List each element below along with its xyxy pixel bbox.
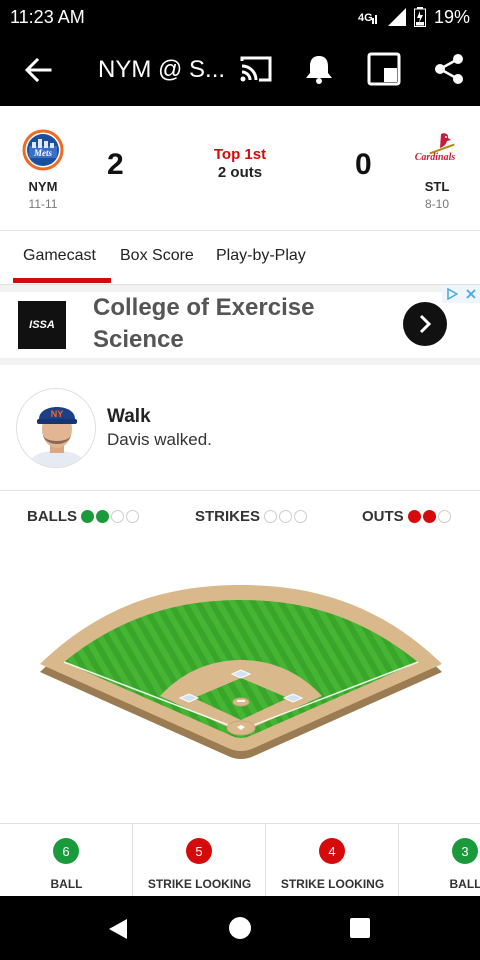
strikes-count: STRIKES — [195, 508, 308, 525]
ad-choices[interactable] — [442, 285, 480, 303]
ad-logo: ISSA — [18, 301, 66, 349]
svg-text:Mets: Mets — [33, 148, 52, 158]
tab-bar: Gamecast Box Score Play-by-Play — [0, 231, 480, 285]
lte-icon: 4G — [358, 12, 377, 24]
battery-icon — [413, 7, 426, 27]
scoreboard: Mets NYM 11-11 2 Top 1st 2 outs 0 Cardin… — [0, 106, 480, 231]
pitch-number-badge: 5 — [186, 838, 212, 864]
outs-label: 2 outs — [217, 164, 263, 181]
strikes-dots — [264, 510, 308, 523]
strike-indicator — [294, 510, 308, 523]
ball-indicator — [126, 510, 139, 523]
outs-label-count: OUTS — [362, 508, 404, 525]
share-icon[interactable] — [432, 52, 466, 86]
out-indicator — [407, 510, 421, 523]
ad-headline-line1: College of Exercise — [93, 294, 315, 321]
svg-text:NY: NY — [51, 409, 64, 419]
pitch-number-badge: 6 — [53, 838, 79, 864]
tab-play-by-play[interactable]: Play-by-Play — [216, 247, 306, 265]
active-tab-indicator — [13, 278, 111, 283]
back-arrow-icon[interactable] — [22, 54, 54, 86]
pitch-result-label: BALL — [50, 877, 83, 891]
pitch-item[interactable]: 4 STRIKE LOOKING — [266, 824, 399, 897]
nav-recents-icon[interactable] — [350, 918, 370, 938]
player-avatar[interactable]: NY — [16, 388, 96, 468]
ad-close-icon[interactable] — [461, 285, 480, 303]
pitch-result-label: STRIKE LOOKING — [280, 877, 385, 891]
battery-percent: 19% — [433, 6, 470, 27]
ball-indicator — [96, 510, 109, 523]
chevron-right-icon — [419, 314, 432, 334]
page-title: NYM @ S... — [98, 56, 226, 83]
cardinals-logo-icon: Cardinals — [415, 133, 455, 163]
ad-info-icon[interactable] — [442, 285, 461, 303]
baseball-field-diagram — [40, 585, 442, 759]
play-description: Davis walked. — [107, 430, 212, 449]
away-team[interactable]: Mets NYM 11-11 — [8, 128, 78, 211]
out-indicator — [422, 510, 436, 523]
cast-icon[interactable] — [239, 52, 273, 86]
away-team-abbr: NYM — [28, 179, 58, 194]
home-team[interactable]: Cardinals STL 8-10 — [402, 128, 472, 211]
balls-dots — [81, 510, 139, 523]
system-nav-bar — [0, 896, 480, 960]
pitch-item[interactable]: 3 BALL — [399, 824, 480, 897]
ad-go-button[interactable] — [403, 302, 447, 346]
divider — [0, 490, 480, 491]
home-team-abbr: STL — [424, 179, 450, 194]
pitch-number-badge: 4 — [319, 838, 345, 864]
ad-container: ISSA College of Exercise Science — [0, 285, 480, 365]
mets-logo-icon: Mets — [22, 129, 64, 171]
signal-icon — [387, 8, 406, 26]
bell-icon[interactable] — [302, 52, 336, 86]
pitch-number-badge: 3 — [452, 838, 478, 864]
ad-headline: College of Exercise Science — [93, 292, 353, 356]
svg-text:4G: 4G — [358, 12, 373, 24]
pitch-result-label: STRIKE LOOKING — [147, 877, 252, 891]
strike-indicator — [279, 510, 293, 523]
status-icons: 4G 19% — [358, 7, 470, 28]
away-score: 2 — [107, 148, 124, 181]
status-time: 11:23 AM — [10, 6, 85, 27]
strikes-label: STRIKES — [195, 508, 261, 525]
svg-text:Cardinals: Cardinals — [415, 152, 455, 163]
outs-dots — [407, 510, 451, 523]
balls-count: BALLS — [27, 508, 139, 525]
pitch-item[interactable]: 6 BALL — [0, 824, 133, 897]
gamecast-card: NY Walk Davis walked. BALLS STRIKES OUTS — [0, 366, 480, 824]
pitch-sequence: 6 BALL 5 STRIKE LOOKING 4 STRIKE LOOKING… — [0, 823, 480, 897]
pitch-item[interactable]: 5 STRIKE LOOKING — [133, 824, 266, 897]
home-team-record: 8-10 — [424, 197, 450, 211]
ball-indicator — [81, 510, 94, 523]
away-team-record: 11-11 — [28, 197, 58, 211]
outs-count: OUTS — [362, 508, 451, 525]
out-indicator — [437, 510, 451, 523]
strike-indicator — [264, 510, 278, 523]
ad-banner[interactable]: ISSA College of Exercise Science — [0, 292, 480, 358]
ad-headline-line2: Science — [93, 326, 184, 353]
inning-status: Top 1st 2 outs — [190, 146, 290, 181]
tab-gamecast[interactable]: Gamecast — [23, 247, 96, 265]
player-headshot-icon: NY — [17, 389, 95, 467]
status-bar: 11:23 AM 4G 19% — [0, 0, 480, 34]
picture-in-picture-icon[interactable] — [367, 52, 401, 86]
app-bar: NYM @ S... — [0, 34, 480, 106]
ball-indicator — [111, 510, 124, 523]
nav-home-icon[interactable] — [229, 917, 251, 939]
home-score: 0 — [355, 148, 372, 181]
pitch-result-label: BALL — [449, 877, 480, 891]
nav-back-icon[interactable] — [108, 918, 128, 940]
inning-label: Top 1st — [213, 146, 267, 163]
tab-box-score[interactable]: Box Score — [120, 247, 194, 265]
balls-label: BALLS — [27, 508, 77, 525]
play-title: Walk — [107, 406, 151, 427]
